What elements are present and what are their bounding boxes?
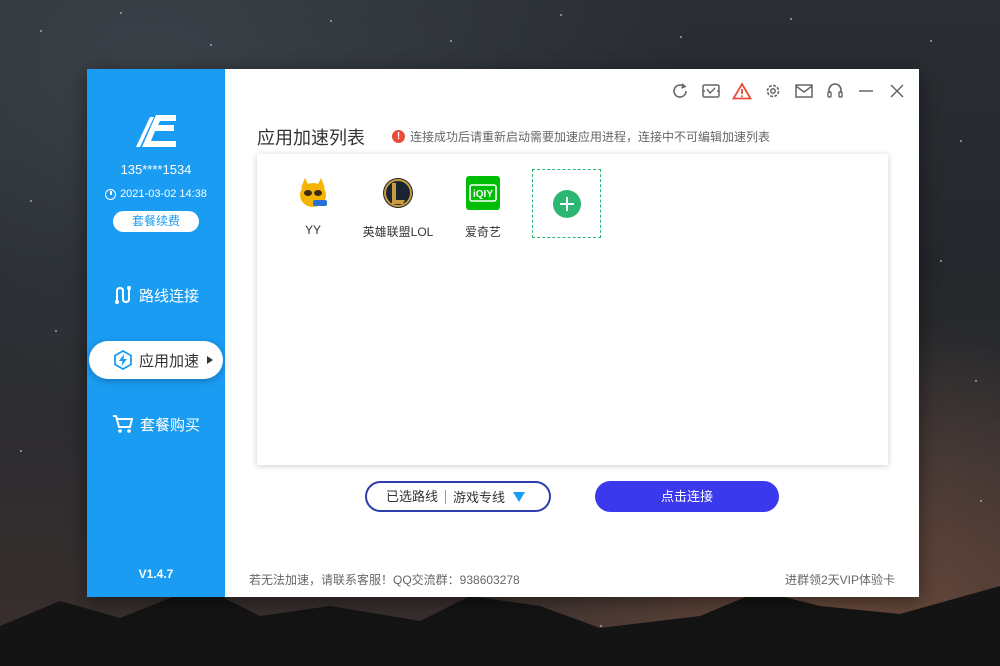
app-name: 爱奇艺 xyxy=(464,225,501,239)
support-button[interactable] xyxy=(825,81,845,101)
vip-trial-link[interactable]: 进群领2天VIP体验卡 xyxy=(785,571,895,588)
app-list-panel: YY 英雄联盟LOL iQIY 爱奇艺 xyxy=(257,154,888,465)
brand-logo xyxy=(136,115,176,147)
app-item-yy[interactable]: YY xyxy=(270,176,356,237)
nav-app-accelerate[interactable]: 应用加速 xyxy=(89,341,223,379)
route-select-value: 游戏专线 xyxy=(453,490,506,505)
ticket-button[interactable] xyxy=(701,81,721,101)
app-name: YY xyxy=(304,223,321,237)
connect-button[interactable]: 点击连接 xyxy=(595,481,779,512)
chevron-down-icon xyxy=(513,491,526,502)
add-app-button[interactable] xyxy=(532,169,601,238)
lightning-icon xyxy=(114,350,132,370)
notice-text: 连接成功后请重新启动需要加速应用进程，连接中不可编辑加速列表 xyxy=(410,130,771,144)
close-icon xyxy=(890,84,904,98)
expire-text: 2021-03-02 14:38 xyxy=(120,188,207,200)
close-button[interactable] xyxy=(887,81,907,101)
minimize-icon xyxy=(859,90,873,92)
caret-right-icon xyxy=(207,356,213,364)
warning-button[interactable] xyxy=(732,81,752,101)
refresh-button[interactable] xyxy=(670,81,690,101)
app-item-iqiyi[interactable]: iQIY 爱奇艺 xyxy=(440,176,526,240)
nav-route-connect[interactable]: 路线连接 xyxy=(87,276,225,314)
gear-icon xyxy=(766,84,780,98)
support-note: 若无法加速，请联系客服！QQ交流群：938603278 xyxy=(249,573,520,587)
nav-label: 应用加速 xyxy=(138,352,199,370)
page-title: 应用加速列表 xyxy=(257,128,365,148)
route-select-label: 已选路线 xyxy=(367,489,447,504)
app-item-lol[interactable]: 英雄联盟LOL xyxy=(355,176,441,240)
refresh-icon xyxy=(673,83,687,98)
sidebar: 135****1534 2021-03-02 14:38 套餐续费 路线连接 应… xyxy=(87,69,225,597)
nav-label: 路线连接 xyxy=(138,287,199,305)
lol-icon xyxy=(383,178,413,208)
route-select[interactable]: 已选路线 游戏专线 xyxy=(365,481,551,512)
app-name: 英雄联盟LOL xyxy=(362,225,434,239)
renew-button[interactable]: 套餐续费 xyxy=(113,211,199,232)
warning-icon xyxy=(732,82,752,100)
alert-icon: ! xyxy=(392,130,405,143)
ticket-icon xyxy=(702,84,720,98)
titlebar xyxy=(670,81,907,101)
yy-icon xyxy=(300,178,327,207)
nav-package-buy[interactable]: 套餐购买 xyxy=(87,405,225,443)
nav-label: 套餐购买 xyxy=(139,416,200,434)
plus-icon xyxy=(552,189,581,218)
version-label: V1.4.7 xyxy=(138,567,174,581)
minimize-button[interactable] xyxy=(856,81,876,101)
mail-button[interactable] xyxy=(794,81,814,101)
headset-icon xyxy=(827,83,843,98)
route-icon xyxy=(114,286,131,304)
clock-icon xyxy=(105,188,117,200)
cart-icon xyxy=(112,415,134,433)
expire-time: 2021-03-02 14:38 xyxy=(87,188,225,200)
app-window: 135****1534 2021-03-02 14:38 套餐续费 路线连接 应… xyxy=(87,69,919,597)
settings-button[interactable] xyxy=(763,81,783,101)
account-id: 135****1534 xyxy=(120,162,192,177)
iqiyi-icon: iQIY xyxy=(466,176,500,210)
iqiyi-logo-text: iQIY xyxy=(473,189,493,200)
mail-icon xyxy=(795,84,813,98)
notice: ! 连接成功后请重新启动需要加速应用进程，连接中不可编辑加速列表 xyxy=(392,128,770,145)
